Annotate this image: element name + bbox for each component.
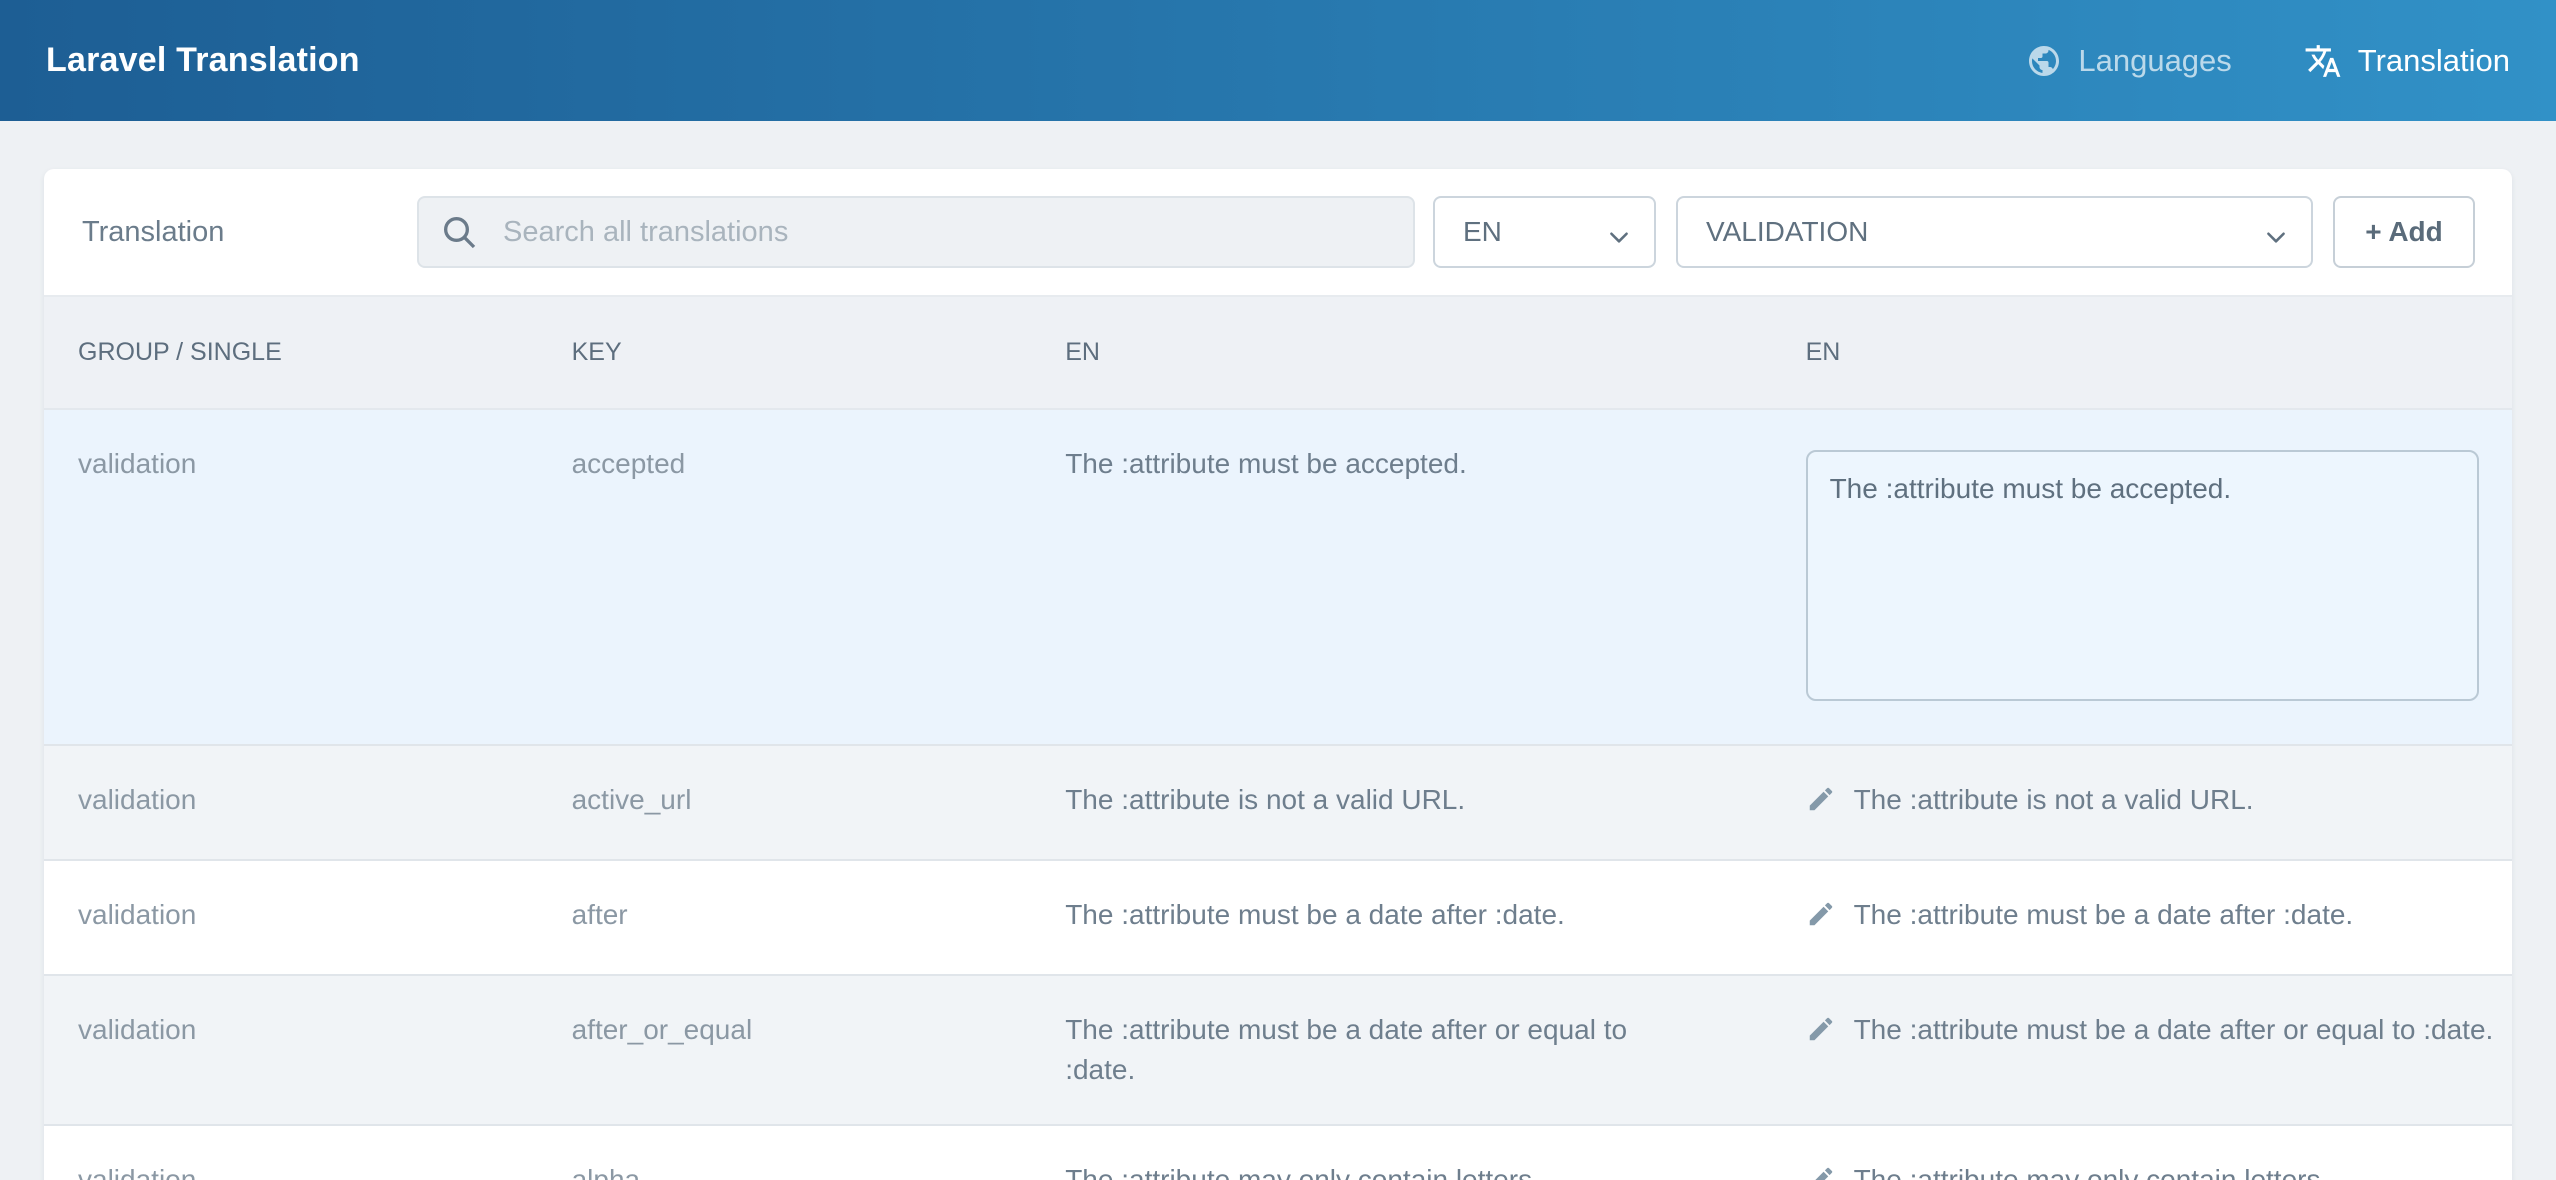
table-body: validationacceptedThe :attribute must be…: [44, 410, 2512, 1180]
language-select[interactable]: EN: [1433, 196, 1656, 268]
cell-group: validation: [44, 410, 538, 744]
add-button[interactable]: + Add: [2333, 196, 2475, 268]
cell-group: validation: [44, 861, 538, 974]
cell-key: alpha: [538, 1126, 1032, 1180]
nav-item-label: Languages: [2078, 43, 2231, 79]
cell-translation: The :attribute may only contain letters.: [1772, 1126, 2512, 1180]
cell-translation: [1772, 410, 2512, 744]
search-wrap: [417, 196, 1415, 268]
cell-group: validation: [44, 976, 538, 1124]
cell-source-text: The :attribute must be accepted.: [1031, 410, 1771, 744]
translation-editable[interactable]: The :attribute is not a valid URL.: [1806, 780, 2512, 825]
table-row: validationafter_or_equalThe :attribute m…: [44, 974, 2512, 1124]
cell-translation: The :attribute must be a date after or e…: [1772, 976, 2512, 1124]
cell-translation: The :attribute is not a valid URL.: [1772, 746, 2512, 859]
translation-card: Translation EN VALIDATION: [44, 169, 2512, 1180]
table-row: validationacceptedThe :attribute must be…: [44, 410, 2512, 744]
translation-text: The :attribute is not a valid URL.: [1854, 780, 2254, 820]
header-group-single: GROUP / SINGLE: [44, 338, 538, 367]
cell-source-text: The :attribute may only contain letters.: [1031, 1126, 1771, 1180]
table-row: validationalphaThe :attribute may only c…: [44, 1124, 2512, 1180]
cell-key: after: [538, 861, 1032, 974]
translation-text: The :attribute must be a date after or e…: [1854, 1010, 2494, 1050]
table-header: GROUP / SINGLE KEY EN EN: [44, 297, 2512, 410]
navbar: Laravel Translation Languages Translatio…: [0, 0, 2556, 121]
table-row: validationafterThe :attribute must be a …: [44, 859, 2512, 974]
cell-translation: The :attribute must be a date after :dat…: [1772, 861, 2512, 974]
chevron-down-icon: [1606, 224, 1632, 257]
translation-edit-textarea[interactable]: [1806, 450, 2479, 701]
edit-pencil-icon: [1806, 1164, 1836, 1180]
header-source-en: EN: [1031, 338, 1771, 367]
chevron-down-icon: [2263, 224, 2289, 257]
translation-editable[interactable]: The :attribute must be a date after or e…: [1806, 1010, 2512, 1055]
toolbar: Translation EN VALIDATION: [44, 169, 2512, 297]
translation-editable[interactable]: The :attribute may only contain letters.: [1806, 1160, 2512, 1180]
globe-icon: [2026, 43, 2062, 79]
cell-source-text: The :attribute must be a date after or e…: [1031, 976, 1771, 1124]
nav-links: Languages Translation: [2026, 42, 2510, 80]
search-icon: [439, 212, 479, 257]
cell-key: active_url: [538, 746, 1032, 859]
cell-source-text: The :attribute is not a valid URL.: [1031, 746, 1771, 859]
nav-item-languages[interactable]: Languages: [2026, 43, 2231, 79]
translate-icon: [2304, 42, 2342, 80]
edit-pencil-icon: [1806, 784, 1836, 825]
table-row: validationactive_urlThe :attribute is no…: [44, 744, 2512, 859]
header-translation-en: EN: [1772, 338, 2512, 367]
edit-pencil-icon: [1806, 1014, 1836, 1055]
group-select-value: VALIDATION: [1706, 216, 1868, 248]
nav-item-translation[interactable]: Translation: [2304, 42, 2510, 80]
nav-item-label: Translation: [2358, 43, 2510, 79]
cell-key: after_or_equal: [538, 976, 1032, 1124]
cell-group: validation: [44, 746, 538, 859]
translation-text: The :attribute may only contain letters.: [1854, 1160, 2329, 1180]
group-select[interactable]: VALIDATION: [1676, 196, 2313, 268]
edit-pencil-icon: [1806, 899, 1836, 940]
cell-group: validation: [44, 1126, 538, 1180]
language-select-value: EN: [1463, 216, 1502, 248]
app-title: Laravel Translation: [46, 41, 360, 80]
cell-key: accepted: [538, 410, 1032, 744]
translation-editable[interactable]: The :attribute must be a date after :dat…: [1806, 895, 2512, 940]
page-title: Translation: [78, 216, 417, 249]
search-input[interactable]: [417, 196, 1415, 268]
header-key: KEY: [538, 338, 1032, 367]
translation-text: The :attribute must be a date after :dat…: [1854, 895, 2354, 935]
cell-source-text: The :attribute must be a date after :dat…: [1031, 861, 1771, 974]
